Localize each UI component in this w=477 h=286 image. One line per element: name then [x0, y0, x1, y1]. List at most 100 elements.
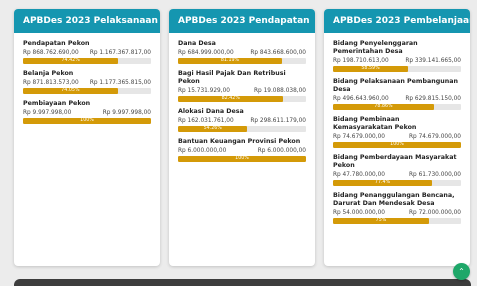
progress-bar: 82.42% — [178, 96, 306, 102]
budget-item-title: Bidang Pelaksanaan Pembangunan Desa — [333, 78, 458, 93]
budget-item: Belanja Pekon Rp 871.813.573,00 Rp 1.177.3… — [23, 70, 151, 94]
realized-amount: Rp 871.813.573,00 — [23, 79, 79, 86]
budget-amount: Rp 19.088.038,00 — [254, 87, 306, 94]
realized-amount: Rp 162.031.761,00 — [178, 117, 234, 124]
progress-bar: 58.59% — [333, 66, 461, 72]
progress-bar: 75% — [333, 218, 461, 224]
budget-amounts: Rp 868.762.690,00 Rp 1.167.367.817,00 — [23, 50, 151, 57]
progress-label: 58.59% — [361, 66, 380, 71]
budget-amount: Rp 9.997.998,00 — [102, 109, 151, 116]
budget-amounts: Rp 54.000.000,00 Rp 72.000.000,00 — [333, 210, 461, 217]
card-body: Dana Desa Rp 684.999.000,00 Rp 843.668.600… — [169, 33, 315, 162]
realized-amount: Rp 47.780.000,00 — [333, 171, 385, 178]
scroll-top-button[interactable]: ⌃ — [453, 263, 470, 280]
budget-amount: Rp 6.000.000,00 — [257, 147, 306, 154]
progress-label: 54.26% — [203, 126, 222, 131]
realized-amount: Rp 496.643.960,00 — [333, 95, 389, 102]
progress-label: 78.86% — [374, 104, 393, 109]
budget-amounts: Rp 496.643.960,00 Rp 629.815.150,00 — [333, 96, 461, 103]
realized-amount: Rp 684.999.000,00 — [178, 49, 234, 56]
progress-label: 77.4% — [374, 180, 391, 185]
card-title: APBDes 2023 Pendapatan — [178, 16, 310, 26]
budget-amount: Rp 1.167.367.817,00 — [89, 49, 151, 56]
realized-amount: Rp 868.762.690,00 — [23, 49, 79, 56]
card-title: APBDes 2023 Pelaksanaan — [23, 16, 158, 26]
budget-amount: Rp 629.815.150,00 — [405, 95, 461, 102]
card-title: APBDes 2023 Pembelanjaan — [333, 16, 470, 26]
budget-item: Bidang Pelaksanaan Pembangunan Desa Rp 49… — [333, 78, 461, 110]
budget-amounts: Rp 47.780.000,00 Rp 61.730.000,00 — [333, 172, 461, 179]
budget-item-title: Bidang Penanggulangan Bencana, Darurat D… — [333, 192, 455, 207]
budget-amount: Rp 72.000.000,00 — [409, 209, 461, 216]
budget-item-title: Alokasi Dana Desa — [178, 108, 244, 115]
budget-amounts: Rp 15.731.929,00 Rp 19.088.038,00 — [178, 88, 306, 95]
realized-amount: Rp 6.000.000,00 — [178, 147, 227, 154]
card-apbdes-pendapatan: APBDes 2023 Pendapatan Dana Desa Rp 684.9… — [169, 9, 315, 266]
progress-label: 81.19% — [220, 58, 240, 63]
budget-item-title: Pembiayaan Pekon — [23, 100, 91, 107]
budget-item: Bidang Penanggulangan Bencana, Darurat D… — [333, 192, 461, 224]
bottom-panel — [14, 279, 471, 286]
card-body: Bidang Penyelenggaran Pemerintahan Desa R… — [324, 33, 470, 224]
budget-amount: Rp 298.611.179,00 — [250, 117, 306, 124]
budget-item-title: Dana Desa — [178, 40, 216, 47]
progress-bar: 74.42% — [23, 58, 151, 64]
budget-amounts: Rp 871.813.573,00 Rp 1.177.365.815,00 — [23, 80, 151, 87]
progress-label: 100% — [235, 156, 249, 161]
progress-bar: 100% — [333, 142, 461, 148]
budget-amount: Rp 843.668.600,00 — [250, 49, 306, 56]
realized-amount: Rp 198.710.613,00 — [333, 57, 389, 64]
progress-label: 82.42% — [221, 96, 240, 101]
budget-amounts: Rp 198.710.613,00 Rp 339.141.665,00 — [333, 58, 461, 65]
progress-label: 100% — [80, 118, 94, 123]
card-apbdes-pembelanjaan: APBDes 2023 Pembelanjaan Bidang Penyelen… — [324, 9, 470, 266]
budget-amounts: Rp 6.000.000,00 Rp 6.000.000,00 — [178, 148, 306, 155]
budget-amounts: Rp 162.031.761,00 Rp 298.611.179,00 — [178, 118, 306, 125]
progress-bar: 77.4% — [333, 180, 461, 186]
realized-amount: Rp 54.000.000,00 — [333, 209, 385, 216]
budget-amounts: Rp 9.997.998,00 Rp 9.997.998,00 — [23, 110, 151, 117]
progress-bar: 100% — [23, 118, 151, 124]
budget-item-title: Pendapatan Pekon — [23, 40, 90, 47]
budget-item-title: Bidang Penyelenggaran Pemerintahan Desa — [333, 40, 418, 55]
progress-label: 75% — [375, 218, 387, 223]
budget-item-title: Bantuan Keuangan Provinsi Pekon — [178, 138, 301, 145]
card-apbdes-pelaksanaan: APBDes 2023 Pelaksanaan Pendapatan Pekon… — [14, 9, 160, 266]
progress-bar: 74.05% — [23, 88, 151, 94]
realized-amount: Rp 74.679.000,00 — [333, 133, 385, 140]
progress-bar: 78.86% — [333, 104, 461, 110]
budget-item-title: Bidang Pembinaan Kemasyarakatan Pekon — [333, 116, 417, 131]
budget-item: Bidang Pembinaan Kemasyarakatan Pekon Rp … — [333, 116, 461, 148]
budget-item: Pembiayaan Pekon Rp 9.997.998,00 Rp 9.997.… — [23, 100, 151, 124]
card-header: APBDes 2023 Pembelanjaan — [324, 9, 470, 33]
budget-item: Alokasi Dana Desa Rp 162.031.761,00 Rp 298… — [178, 108, 306, 132]
budget-amount: Rp 61.730.000,00 — [409, 171, 461, 178]
budget-amount: Rp 1.177.365.815,00 — [89, 79, 151, 86]
apbdes-dashboard: APBDes 2023 Pelaksanaan Pendapatan Pekon… — [0, 0, 477, 286]
progress-bar: 54.26% — [178, 126, 306, 132]
budget-item-title: Bagi Hasil Pajak Dan Retribusi Pekon — [178, 70, 286, 85]
budget-amounts: Rp 74.679.000,00 Rp 74.679.000,00 — [333, 134, 461, 141]
card-header: APBDes 2023 Pendapatan — [169, 9, 315, 33]
budget-amounts: Rp 684.999.000,00 Rp 843.668.600,00 — [178, 50, 306, 57]
budget-item: Bagi Hasil Pajak Dan Retribusi Pekon Rp 1… — [178, 70, 306, 102]
progress-label: 74.05% — [61, 88, 80, 93]
card-body: Pendapatan Pekon Rp 868.762.690,00 Rp 1.16… — [14, 33, 160, 124]
card-header: APBDes 2023 Pelaksanaan — [14, 9, 160, 33]
budget-item: Bidang Penyelenggaran Pemerintahan Desa R… — [333, 40, 461, 72]
chevron-up-icon: ⌃ — [458, 266, 465, 276]
budget-item-title: Bidang Pemberdayaan Masyarakat Pekon — [333, 154, 457, 169]
budget-amount: Rp 74.679.000,00 — [409, 133, 461, 140]
progress-label: 100% — [390, 142, 404, 147]
budget-amount: Rp 339.141.665,00 — [405, 57, 461, 64]
realized-amount: Rp 9.997.998,00 — [23, 109, 72, 116]
realized-amount: Rp 15.731.929,00 — [178, 87, 230, 94]
budget-item-title: Belanja Pekon — [23, 70, 74, 77]
budget-item: Bantuan Keuangan Provinsi Pekon Rp 6.000.… — [178, 138, 306, 162]
budget-item: Dana Desa Rp 684.999.000,00 Rp 843.668.600… — [178, 40, 306, 64]
progress-label: 74.42% — [61, 58, 80, 63]
budget-item: Pendapatan Pekon Rp 868.762.690,00 Rp 1.16… — [23, 40, 151, 64]
progress-bar: 81.19% — [178, 58, 306, 64]
budget-item: Bidang Pemberdayaan Masyarakat Pekon Rp 4… — [333, 154, 461, 186]
progress-bar: 100% — [178, 156, 306, 162]
